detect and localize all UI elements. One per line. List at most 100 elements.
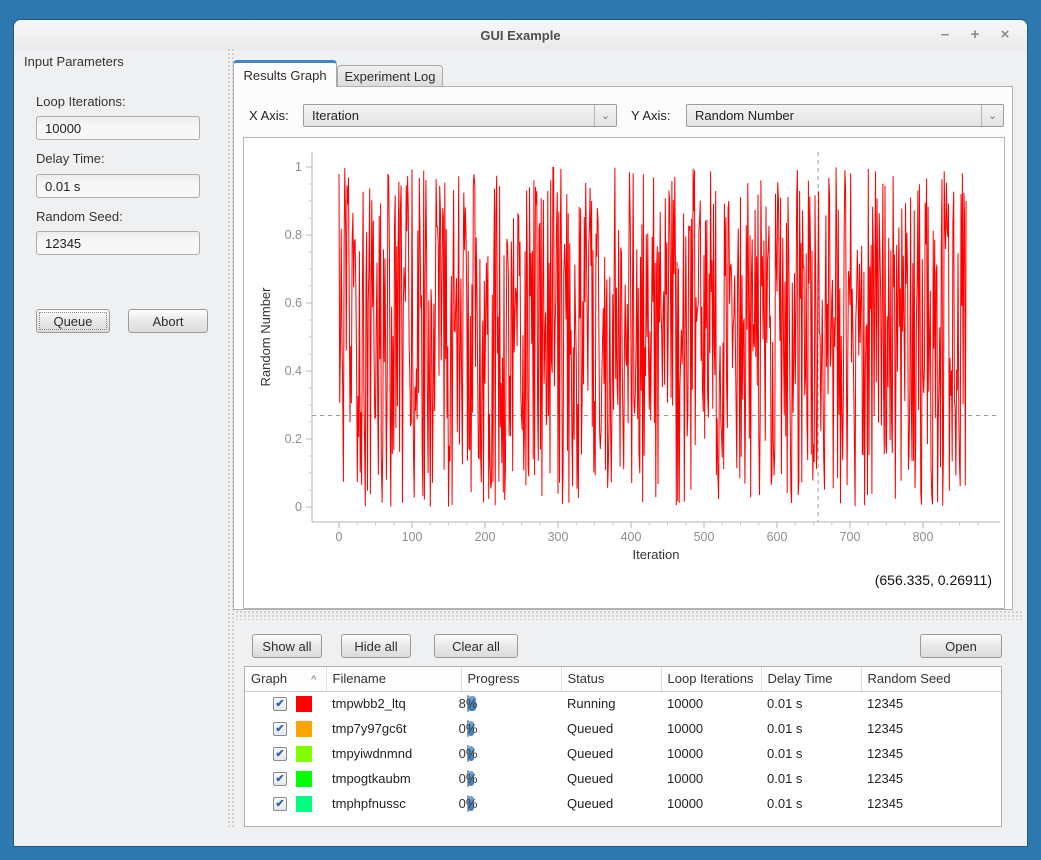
plot-panel[interactable]: 00.20.40.60.810100200300400500600700800I… — [243, 137, 1005, 609]
table-row[interactable]: ✔tmpyiwdnmnd0%Queued100000.01 s12345 — [245, 741, 1001, 766]
desktop: { "window": { "title": "GUI Example", "c… — [0, 0, 1041, 860]
open-button[interactable]: Open — [920, 634, 1002, 658]
table-header-row: Graph^ Filename Progress Status Loop Ite… — [245, 667, 1001, 691]
clear-all-button[interactable]: Clear all — [434, 634, 518, 658]
delay-time-cell: 0.01 s — [761, 716, 861, 741]
svg-text:0: 0 — [295, 500, 302, 514]
progress-bar: 0% — [467, 795, 469, 812]
sort-ascending-icon: ^ — [311, 674, 316, 686]
window-controls: – + × — [937, 20, 1013, 50]
queue-button[interactable]: Queue — [36, 309, 110, 333]
series-color-swatch — [296, 721, 312, 737]
status-cell: Running — [561, 691, 661, 716]
random-seed-cell: 12345 — [861, 716, 1001, 741]
show-all-button[interactable]: Show all — [252, 634, 322, 658]
hide-all-button[interactable]: Hide all — [341, 634, 411, 658]
svg-text:0.4: 0.4 — [285, 364, 302, 378]
x-axis-combobox-value: Iteration — [304, 108, 594, 123]
svg-text:0.6: 0.6 — [285, 296, 302, 310]
svg-text:100: 100 — [402, 530, 423, 544]
filename-cell: tmpyiwdnmnd — [326, 741, 461, 766]
chevron-down-icon: ⌄ — [981, 105, 1003, 126]
y-axis-combobox-value: Random Number — [687, 108, 981, 123]
column-header-status[interactable]: Status — [561, 667, 661, 691]
graph-visible-checkbox[interactable]: ✔ — [273, 797, 287, 811]
graph-visible-checkbox[interactable]: ✔ — [273, 747, 287, 761]
table-row[interactable]: ✔ tmp7y97gc6t 0% Queued100000.01 s12345 — [245, 716, 1001, 741]
svg-text:Random Number: Random Number — [258, 287, 273, 387]
tab-results-graph[interactable]: Results Graph — [233, 60, 337, 87]
delay-time-cell: 0.01 s — [761, 691, 861, 716]
column-header-delay-time[interactable]: Delay Time — [761, 667, 861, 691]
column-header-loop-iterations[interactable]: Loop Iterations — [661, 667, 761, 691]
status-cell: Queued — [561, 766, 661, 791]
svg-text:500: 500 — [694, 530, 715, 544]
filename-cell: tmpogtkaubm — [326, 766, 461, 791]
svg-text:400: 400 — [621, 530, 642, 544]
svg-text:0.2: 0.2 — [285, 432, 302, 446]
table-row[interactable]: ✔tmpwbb2_ltq8%Running100000.01 s12345 — [245, 691, 1001, 716]
status-cell: Queued — [561, 791, 661, 816]
random-seed-cell: 12345 — [861, 691, 1001, 716]
random-seed-cell: 12345 — [861, 791, 1001, 816]
results-graph-pane: X Axis: Iteration ⌄ Y Axis: Random Numbe… — [233, 86, 1013, 610]
y-axis-combobox[interactable]: Random Number ⌄ — [686, 104, 1004, 127]
queue-button-label: Queue — [39, 312, 107, 330]
random-seed-cell: 12345 — [861, 766, 1001, 791]
x-axis-combobox[interactable]: Iteration ⌄ — [303, 104, 617, 127]
graph-visible-checkbox[interactable]: ✔ — [273, 772, 287, 786]
results-plot[interactable]: 00.20.40.60.810100200300400500600700800I… — [244, 138, 1004, 608]
tab-experiment-log[interactable]: Experiment Log — [337, 65, 443, 87]
column-header-graph[interactable]: Graph^ — [245, 667, 326, 691]
input-parameters-heading: Input Parameters — [24, 54, 124, 69]
graph-visible-checkbox[interactable]: ✔ — [273, 697, 287, 711]
table-row[interactable]: ✔tmphpfnussc0%Queued100000.01 s12345 — [245, 791, 1001, 816]
svg-text:300: 300 — [548, 530, 569, 544]
experiments-table: Graph^ Filename Progress Status Loop Ite… — [244, 666, 1002, 827]
loop-iterations-label: Loop Iterations: — [36, 94, 126, 109]
column-header-progress[interactable]: Progress — [461, 667, 561, 691]
delay-time-cell: 0.01 s — [761, 791, 861, 816]
minimize-icon[interactable]: – — [937, 27, 953, 43]
series-color-swatch — [296, 796, 312, 812]
loop-iterations-cell: 10000 — [661, 791, 761, 816]
progress-bar: 0% — [467, 720, 469, 737]
loop-iterations-cell: 10000 — [661, 741, 761, 766]
svg-text:200: 200 — [475, 530, 496, 544]
horizontal-splitter-handle[interactable] — [235, 610, 1023, 620]
close-icon[interactable]: × — [997, 27, 1013, 43]
delay-time-cell: 0.01 s — [761, 741, 861, 766]
svg-text:1: 1 — [295, 160, 302, 174]
x-axis-label: X Axis: — [249, 108, 289, 123]
window-title: GUI Example — [480, 28, 560, 43]
y-axis-label: Y Axis: — [631, 108, 671, 123]
graph-visible-checkbox[interactable]: ✔ — [273, 722, 287, 736]
input-parameters-panel: Input Parameters Loop Iterations: Delay … — [14, 50, 227, 846]
abort-button[interactable]: Abort — [128, 309, 208, 333]
chevron-down-icon: ⌄ — [594, 105, 616, 126]
random-seed-input[interactable] — [36, 231, 200, 255]
column-header-random-seed[interactable]: Random Seed — [861, 667, 1001, 691]
column-header-filename[interactable]: Filename — [326, 667, 461, 691]
series-color-swatch — [296, 696, 312, 712]
loop-iterations-cell: 10000 — [661, 766, 761, 791]
delay-time-label: Delay Time: — [36, 151, 105, 166]
delay-time-input[interactable] — [36, 174, 200, 198]
loop-iterations-input[interactable] — [36, 116, 200, 140]
filename-cell: tmpwbb2_ltq — [326, 691, 461, 716]
svg-text:Iteration: Iteration — [633, 547, 680, 562]
random-seed-cell: 12345 — [861, 741, 1001, 766]
progress-bar: 0% — [467, 770, 469, 787]
progress-bar: 8% — [467, 695, 469, 712]
maximize-icon[interactable]: + — [967, 27, 983, 43]
progress-bar: 0% — [467, 745, 469, 762]
table-row[interactable]: ✔tmpogtkaubm0%Queued100000.01 s12345 — [245, 766, 1001, 791]
svg-text:600: 600 — [767, 530, 788, 544]
series-color-swatch — [296, 746, 312, 762]
series-color-swatch — [296, 771, 312, 787]
status-cell: Queued — [561, 716, 661, 741]
loop-iterations-cell: 10000 — [661, 716, 761, 741]
filename-cell: tmp7y97gc6t — [326, 716, 461, 741]
svg-text:(656.335, 0.26911): (656.335, 0.26911) — [875, 572, 992, 588]
title-bar[interactable]: GUI Example – + × — [14, 20, 1027, 50]
